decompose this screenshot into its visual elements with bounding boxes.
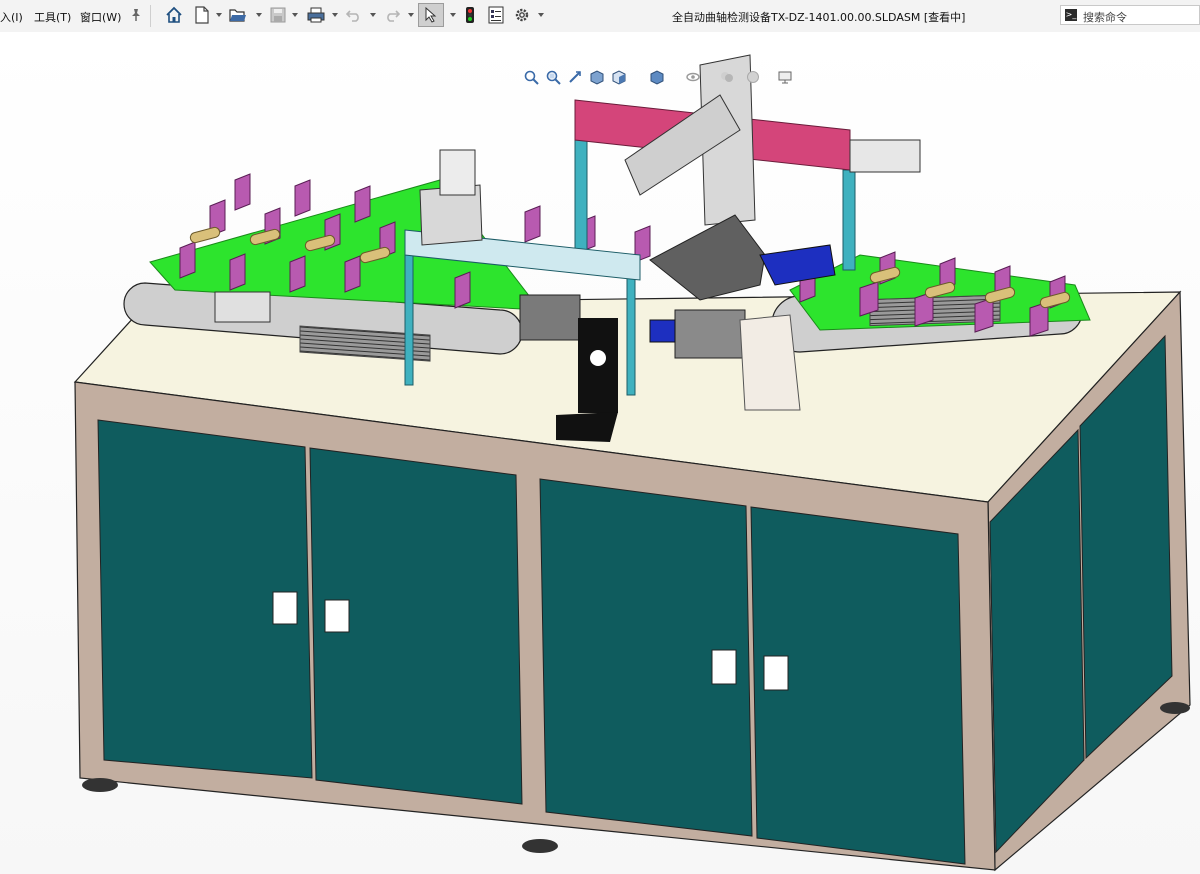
window-title: 全自动曲轴检测设备TX-DZ-1401.00.00.SLDASM [查看中] bbox=[672, 11, 966, 24]
previous-view-icon[interactable] bbox=[566, 68, 584, 86]
select-dropdown-arrow[interactable] bbox=[450, 13, 456, 17]
edit-appearance-icon[interactable] bbox=[718, 68, 736, 86]
door-handle bbox=[324, 599, 350, 633]
view-orientation-icon[interactable] bbox=[610, 68, 628, 86]
save-dropdown-arrow[interactable] bbox=[292, 13, 298, 17]
gantry-post bbox=[574, 134, 588, 256]
leveling-foot bbox=[1160, 702, 1190, 714]
menu-tools[interactable]: 工具(T) bbox=[34, 9, 71, 25]
probe-unit bbox=[674, 309, 746, 359]
save-icon[interactable] bbox=[268, 5, 288, 25]
new-dropdown-arrow[interactable] bbox=[216, 13, 222, 17]
display-style-icon[interactable] bbox=[648, 68, 666, 86]
probe-motor bbox=[649, 319, 676, 343]
traffic-light-icon[interactable] bbox=[460, 5, 480, 25]
door-handle bbox=[763, 655, 789, 691]
menu-window[interactable]: 窗口(W) bbox=[80, 9, 121, 25]
cad-model[interactable] bbox=[0, 32, 1200, 874]
search-box[interactable]: >_ 搜索命令 bbox=[1060, 5, 1200, 25]
servo-motor bbox=[849, 139, 921, 173]
undo-icon[interactable] bbox=[344, 5, 364, 25]
door-handle bbox=[711, 649, 737, 685]
command-prompt-icon: >_ bbox=[1065, 9, 1077, 21]
options-dropdown-arrow[interactable] bbox=[538, 13, 544, 17]
home-icon[interactable] bbox=[164, 5, 184, 25]
zoom-to-area-icon[interactable] bbox=[544, 68, 562, 86]
menubar: 入(I) 工具(T) 窗口(W) 全自动曲轴检测设备TX-DZ-1401.00.… bbox=[0, 0, 1200, 33]
front-gantry-post bbox=[404, 239, 414, 386]
file-properties-icon[interactable] bbox=[486, 5, 506, 25]
graphics-viewport[interactable] bbox=[0, 32, 1200, 874]
toolbar-separator bbox=[150, 5, 151, 27]
open-dropdown-arrow[interactable] bbox=[256, 13, 262, 17]
menu-insert[interactable]: 入(I) bbox=[0, 9, 23, 25]
cylinder-top bbox=[439, 149, 476, 196]
undo-dropdown-arrow[interactable] bbox=[370, 13, 376, 17]
leveling-foot bbox=[522, 839, 558, 853]
new-document-icon[interactable] bbox=[192, 5, 212, 25]
search-input[interactable]: 搜索命令 bbox=[1083, 9, 1127, 25]
view-settings-icon[interactable] bbox=[776, 68, 794, 86]
inspection-motor bbox=[519, 294, 581, 341]
options-gear-icon[interactable] bbox=[512, 5, 532, 25]
pin-icon[interactable] bbox=[126, 5, 146, 25]
print-icon[interactable] bbox=[306, 5, 326, 25]
section-view-icon[interactable] bbox=[588, 68, 606, 86]
gripper-block bbox=[649, 214, 766, 301]
probe-stand bbox=[739, 314, 801, 411]
select-cursor-icon[interactable] bbox=[418, 3, 444, 27]
leveling-foot bbox=[82, 778, 118, 792]
redo-dropdown-arrow[interactable] bbox=[408, 13, 414, 17]
gantry-post bbox=[842, 169, 856, 271]
conveyor-end-plate bbox=[214, 291, 271, 323]
door-handle bbox=[272, 591, 298, 625]
apply-scene-icon[interactable] bbox=[744, 68, 762, 86]
front-gantry-post bbox=[626, 264, 636, 396]
redo-icon[interactable] bbox=[382, 5, 402, 25]
zoom-to-fit-icon[interactable] bbox=[522, 68, 540, 86]
inspection-hole bbox=[590, 350, 606, 366]
inspection-base bbox=[556, 412, 618, 442]
hide-show-items-icon[interactable] bbox=[684, 68, 702, 86]
open-folder-icon[interactable] bbox=[228, 5, 248, 25]
print-dropdown-arrow[interactable] bbox=[332, 13, 338, 17]
